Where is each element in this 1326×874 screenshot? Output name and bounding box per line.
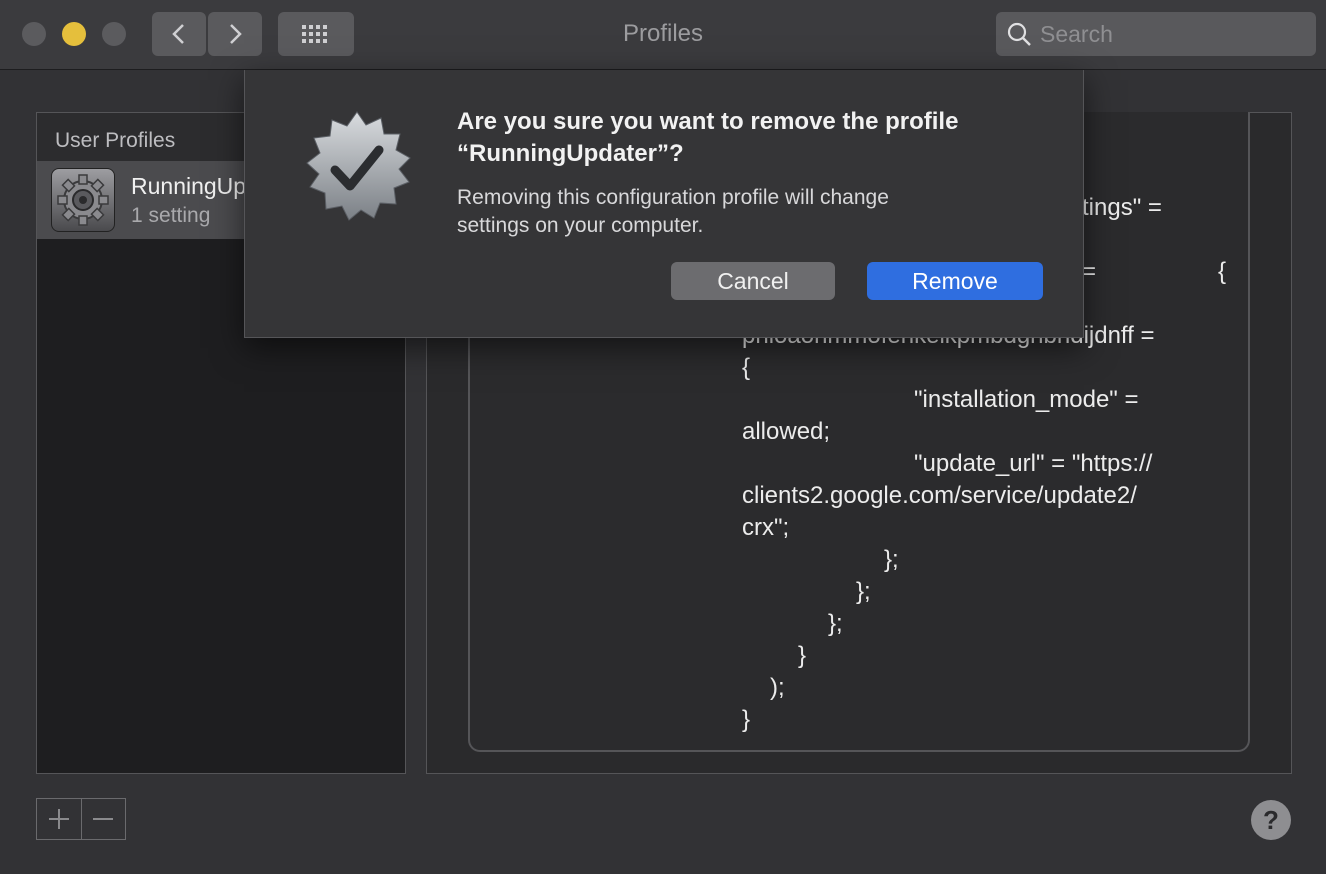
title-bar: Profiles <box>0 0 1326 70</box>
help-button[interactable]: ? <box>1251 800 1291 840</box>
search-icon <box>1007 22 1031 46</box>
settings-code-line: }; <box>856 578 871 605</box>
add-profile-button[interactable] <box>37 799 81 839</box>
search-input[interactable] <box>1040 20 1300 48</box>
settings-code-line: { <box>742 354 751 381</box>
dialog-message-line: settings on your computer. <box>457 214 704 237</box>
profile-text: RunningUp 1 setting <box>131 173 246 228</box>
remove-button[interactable]: Remove <box>867 262 1043 300</box>
profile-name: RunningUp <box>131 172 247 199</box>
plus-icon <box>48 809 69 829</box>
dialog-title-line: Are you sure you want to remove the prof… <box>457 108 959 135</box>
minus-icon <box>93 818 114 820</box>
settings-code-line: tings" = <box>1082 194 1162 221</box>
settings-code-line: = <box>1082 258 1097 285</box>
remove-profile-button[interactable] <box>82 799 126 839</box>
settings-code-line: ); <box>770 674 785 701</box>
settings-code-line: clients2.google.com/service/update2/ <box>742 482 1137 509</box>
dialog-title-line: “RunningUpdater”? <box>457 140 684 167</box>
gear-icon <box>51 168 115 232</box>
profile-subtitle: 1 setting <box>131 203 211 227</box>
dialog-message: Removing this configuration profile will… <box>457 184 1017 240</box>
settings-code-line: } <box>742 706 751 733</box>
settings-code-line: } <box>798 642 807 669</box>
cancel-button[interactable]: Cancel <box>671 262 835 300</box>
remove-profile-dialog: Are you sure you want to remove the prof… <box>244 70 1084 338</box>
settings-code-line: }; <box>828 610 843 637</box>
settings-code-line: }; <box>884 546 899 573</box>
dialog-message-line: Removing this configuration profile will… <box>457 186 889 209</box>
add-remove-control <box>36 798 126 840</box>
settings-code-line: { <box>1218 258 1227 285</box>
settings-code-line: allowed; <box>742 418 831 445</box>
search-field[interactable] <box>996 12 1316 56</box>
settings-code-line: crx"; <box>742 514 790 541</box>
settings-code-line: "update_url" = "https:// <box>914 450 1153 477</box>
verified-badge-icon <box>306 111 411 221</box>
dialog-title: Are you sure you want to remove the prof… <box>457 106 1057 170</box>
settings-code-line: "installation_mode" = <box>914 386 1139 413</box>
